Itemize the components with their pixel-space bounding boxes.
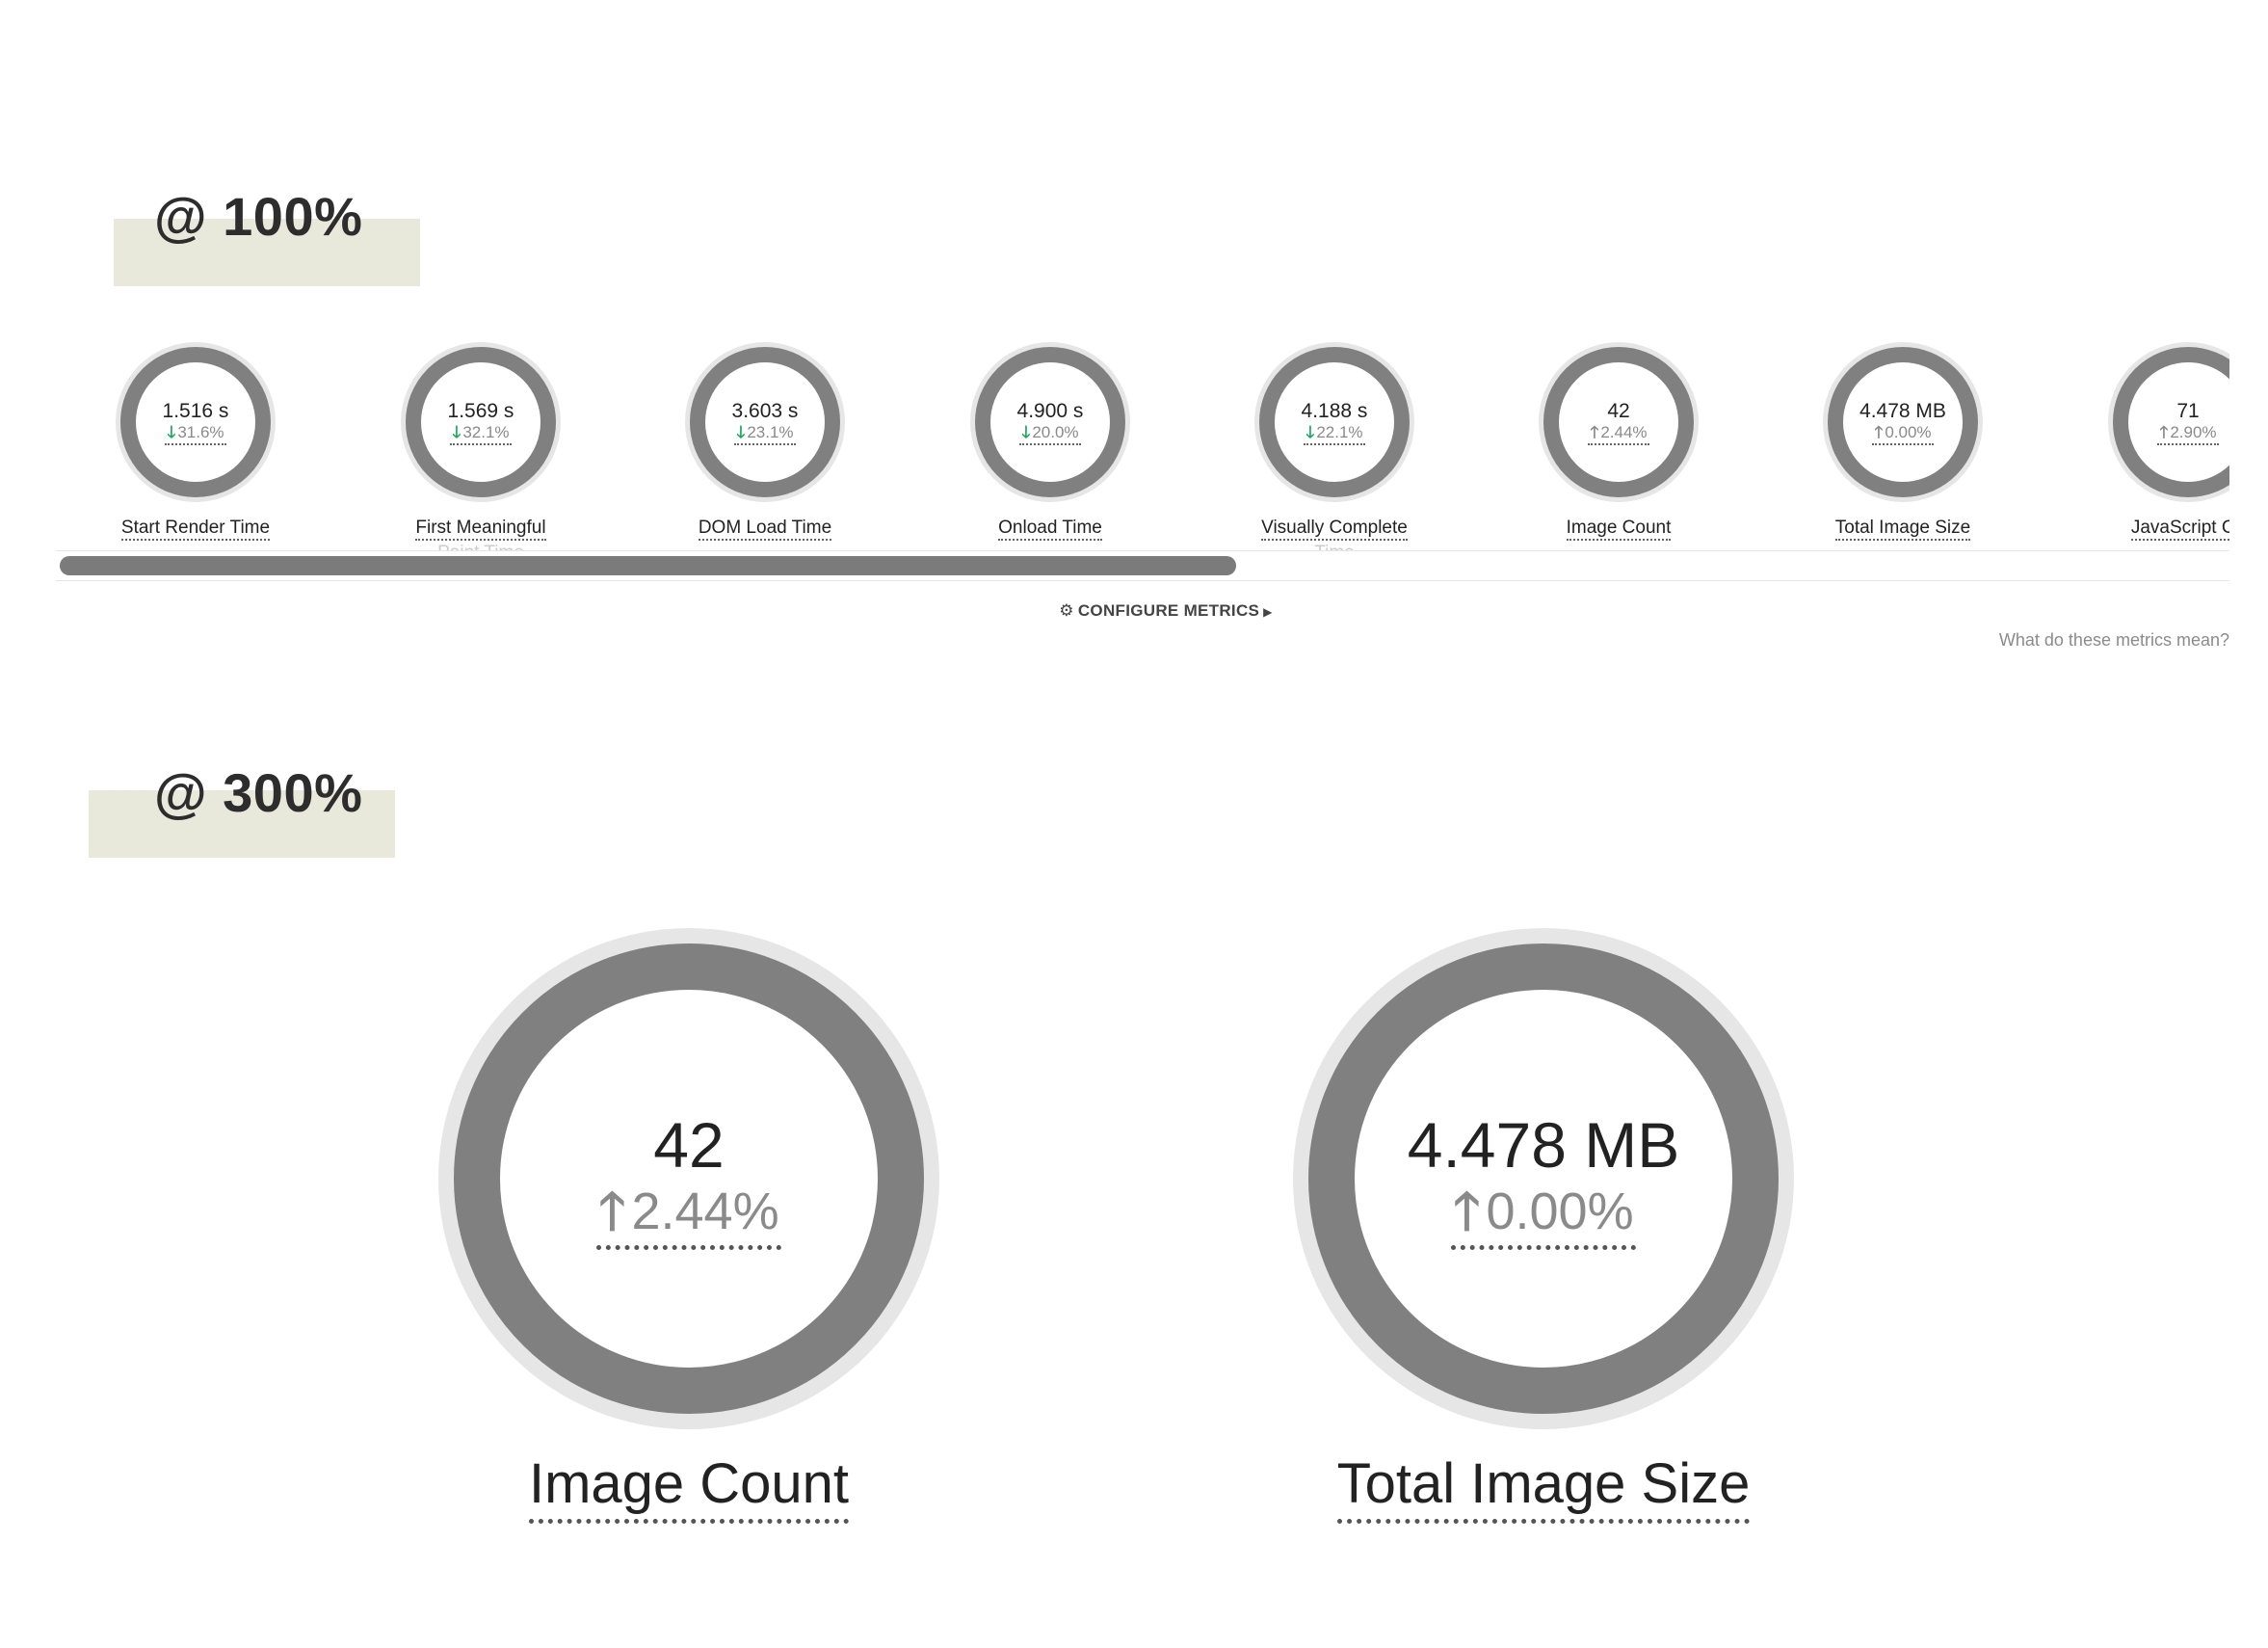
heading-text: @ 100% xyxy=(154,186,363,247)
arrow-down-icon: 🡓 xyxy=(1021,422,1031,441)
metric-change[interactable]: 🡓 32.1% xyxy=(450,422,512,445)
metric-change[interactable]: 🡑 0.00% xyxy=(1872,422,1934,445)
metric-label[interactable]: JavaScript Co xyxy=(2063,516,2229,541)
large-metric-image-count[interactable]: 42 🡑 2.44% Image Count xyxy=(438,928,939,1524)
metric-value: 4.188 s xyxy=(1301,399,1368,422)
metric-label[interactable]: Image Count xyxy=(438,1450,939,1524)
caret-right-icon: ▶ xyxy=(1263,605,1273,619)
arrow-up-icon: 🡑 xyxy=(1590,422,1599,441)
configure-metrics-button[interactable]: ⚙ CONFIGURE METRICS ▶ xyxy=(1021,601,1310,621)
metric-value: 4.478 MB xyxy=(1859,399,1946,422)
heading-text: @ 300% xyxy=(154,762,363,823)
arrow-up-icon: 🡑 xyxy=(1874,422,1884,441)
metric-value: 4.478 MB xyxy=(1407,1108,1680,1181)
metric-label[interactable]: Total Image Size xyxy=(1778,516,2028,541)
metric-change[interactable]: 🡑 0.00% xyxy=(1451,1182,1636,1250)
metric-start-render-time[interactable]: 1.516 s 🡓 31.6% Start Render Time xyxy=(70,342,321,541)
metric-strip: 1.516 s 🡓 31.6% Start Render Time 1.569 s… xyxy=(56,342,2229,583)
metric-label[interactable]: Image Count xyxy=(1493,516,1744,541)
metric-change[interactable]: 🡓 31.6% xyxy=(165,422,226,445)
metric-strip-scrollbar[interactable] xyxy=(56,550,2229,581)
metric-change[interactable]: 🡑 2.44% xyxy=(1588,422,1649,445)
metric-label[interactable]: Onload Time xyxy=(925,516,1175,541)
metric-ring: 1.516 s 🡓 31.6% xyxy=(116,342,276,502)
gear-icon: ⚙ xyxy=(1059,601,1074,620)
arrow-down-icon: 🡓 xyxy=(1305,422,1315,441)
arrow-down-icon: 🡓 xyxy=(167,422,176,441)
metric-change[interactable]: 🡓 23.1% xyxy=(734,422,796,445)
metric-label[interactable]: Visually Complete xyxy=(1209,516,1460,541)
metric-ring: 1.569 s 🡓 32.1% xyxy=(401,342,561,502)
metric-ring: 4.900 s 🡓 20.0% xyxy=(970,342,1130,502)
metric-ring: 71 🡑 2.90% xyxy=(2108,342,2229,502)
metric-ring: 42 🡑 2.44% xyxy=(1539,342,1699,502)
scrollbar-thumb[interactable] xyxy=(60,556,1236,575)
metric-dom-load-time[interactable]: 3.603 s 🡓 23.1% DOM Load Time xyxy=(640,342,890,541)
metric-value: 71 xyxy=(2176,399,2200,422)
metric-label[interactable]: First Meaningful xyxy=(356,516,606,541)
metric-first-meaningful-paint[interactable]: 1.569 s 🡓32.1% First Meaningful Paint Ti… xyxy=(356,342,606,566)
metric-label[interactable]: Total Image Size xyxy=(1293,1450,1794,1524)
metric-value: 42 xyxy=(653,1108,725,1181)
arrow-down-icon: 🡓 xyxy=(736,422,746,441)
metric-label[interactable]: DOM Load Time xyxy=(640,516,890,541)
large-metric-total-image-size[interactable]: 4.478 MB 🡑 0.00% Total Image Size xyxy=(1293,928,1794,1524)
metric-ring: 4.478 MB 🡑 0.00% xyxy=(1293,928,1794,1429)
metric-ring: 4.478 MB 🡑 0.00% xyxy=(1823,342,1983,502)
heading-zoom-100: @ 100% xyxy=(114,183,441,286)
metric-ring: 42 🡑 2.44% xyxy=(438,928,939,1429)
metric-image-count[interactable]: 42 🡑 2.44% Image Count xyxy=(1493,342,1744,541)
metric-value: 3.603 s xyxy=(731,399,799,422)
arrow-up-icon: 🡑 xyxy=(1453,1182,1481,1240)
metric-value: 1.569 s xyxy=(447,399,514,422)
heading-zoom-300: @ 300% xyxy=(89,761,435,858)
metric-change[interactable]: 🡑 2.90% xyxy=(2157,422,2219,445)
arrow-down-icon: 🡓 xyxy=(452,422,462,441)
metric-change[interactable]: 🡑 2.44% xyxy=(596,1182,781,1250)
metric-label[interactable]: Start Render Time xyxy=(70,516,321,541)
metrics-help-link[interactable]: What do these metrics mean? xyxy=(1999,630,2229,651)
metric-value: 42 xyxy=(1607,399,1630,422)
metric-ring: 4.188 s 🡓 22.1% xyxy=(1254,342,1414,502)
metric-value: 1.516 s xyxy=(162,399,229,422)
arrow-up-icon: 🡑 xyxy=(2159,422,2169,441)
metric-change[interactable]: 🡓 22.1% xyxy=(1304,422,1365,445)
metric-ring: 3.603 s 🡓 23.1% xyxy=(685,342,845,502)
metric-onload-time[interactable]: 4.900 s 🡓 20.0% Onload Time xyxy=(925,342,1175,541)
metric-change[interactable]: 🡓 20.0% xyxy=(1019,422,1081,445)
arrow-up-icon: 🡑 xyxy=(598,1182,626,1240)
metric-value: 4.900 s xyxy=(1016,399,1084,422)
configure-metrics-label: CONFIGURE METRICS xyxy=(1077,601,1260,620)
metric-javascript-count[interactable]: 71 🡑2.90% JavaScript Co xyxy=(2063,342,2229,541)
metric-total-image-size[interactable]: 4.478 MB 🡑 0.00% Total Image Size xyxy=(1778,342,2028,541)
metric-visually-complete-time[interactable]: 4.188 s 🡓22.1% Visually Complete Time xyxy=(1209,342,1460,566)
